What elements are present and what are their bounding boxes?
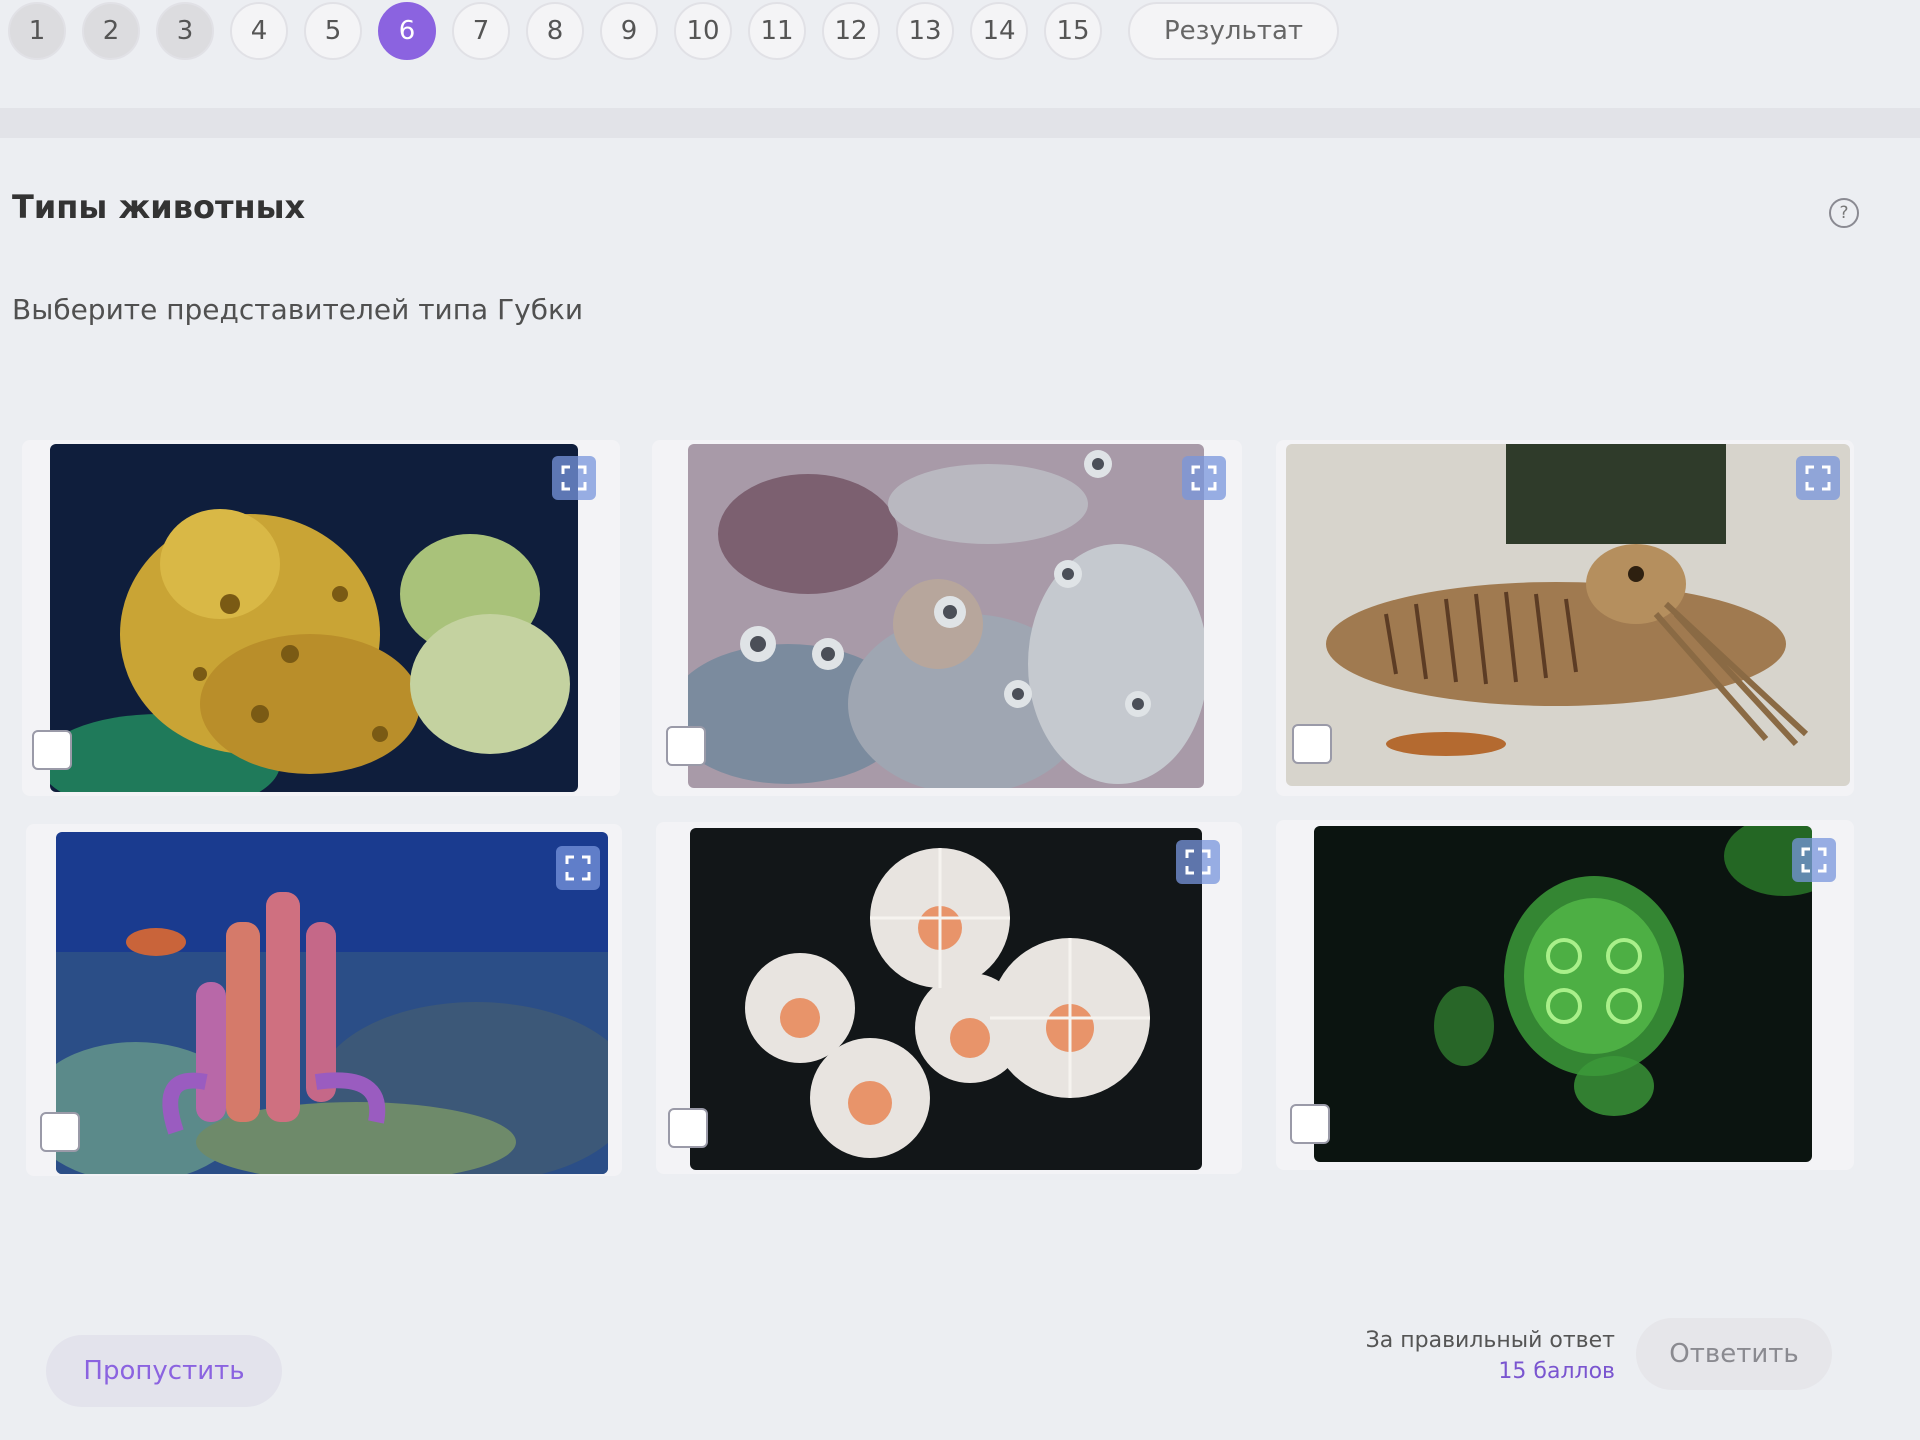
answer-option-4[interactable] — [26, 824, 622, 1176]
answer-option-5[interactable] — [656, 822, 1242, 1174]
option-2-checkbox[interactable] — [666, 726, 706, 766]
reward-points: 15 баллов — [1498, 1359, 1615, 1384]
answer-option-6[interactable] — [1276, 820, 1854, 1170]
page-5-button[interactable]: 5 — [304, 2, 362, 60]
reward-label: За правильный ответ — [1365, 1328, 1615, 1353]
expand-image-icon[interactable] — [1182, 456, 1226, 500]
option-3-checkbox[interactable] — [1292, 724, 1332, 764]
page-3-button[interactable]: 3 — [156, 2, 214, 60]
page-1-button[interactable]: 1 — [8, 2, 66, 60]
answer-option-3[interactable] — [1276, 440, 1854, 796]
expand-image-icon[interactable] — [1796, 456, 1840, 500]
expand-image-icon[interactable] — [552, 456, 596, 500]
question-pagination: 1 2 3 4 5 6 7 8 9 10 11 12 13 14 15 Резу… — [8, 0, 1340, 62]
help-icon[interactable]: ? — [1829, 198, 1859, 228]
page-15-button[interactable]: 15 — [1044, 2, 1102, 60]
page-title: Типы животных — [12, 188, 306, 226]
page-8-button[interactable]: 8 — [526, 2, 584, 60]
expand-image-icon[interactable] — [1176, 840, 1220, 884]
page-2-button[interactable]: 2 — [82, 2, 140, 60]
option-1-checkbox[interactable] — [32, 730, 72, 770]
page-11-button[interactable]: 11 — [748, 2, 806, 60]
option-5-checkbox[interactable] — [668, 1108, 708, 1148]
skip-button[interactable]: Пропустить — [46, 1335, 282, 1407]
purple-tube-sponge-image — [56, 832, 608, 1174]
reward-info: За правильный ответ 15 баллов — [1360, 1328, 1615, 1384]
sea-anemones-image — [690, 828, 1202, 1170]
tube-sponges-image — [688, 444, 1204, 788]
header-divider — [0, 108, 1920, 138]
option-4-checkbox[interactable] — [40, 1112, 80, 1152]
page-4-button[interactable]: 4 — [230, 2, 288, 60]
page-14-button[interactable]: 14 — [970, 2, 1028, 60]
question-text: Выберите представителей типа Губки — [12, 293, 584, 326]
answer-option-2[interactable] — [652, 440, 1242, 796]
answer-option-1[interactable] — [22, 440, 620, 796]
page-13-button[interactable]: 13 — [896, 2, 954, 60]
page-10-button[interactable]: 10 — [674, 2, 732, 60]
page-6-button-current[interactable]: 6 — [378, 2, 436, 60]
yellow-sponge-image — [50, 444, 578, 792]
jellyfish-image — [1314, 826, 1812, 1162]
expand-image-icon[interactable] — [556, 846, 600, 890]
answer-button[interactable]: Ответить — [1636, 1318, 1832, 1390]
option-6-checkbox[interactable] — [1290, 1104, 1330, 1144]
result-button[interactable]: Результат — [1128, 2, 1340, 60]
page-12-button[interactable]: 12 — [822, 2, 880, 60]
expand-image-icon[interactable] — [1792, 838, 1836, 882]
page-9-button[interactable]: 9 — [600, 2, 658, 60]
cuttlefish-image — [1286, 444, 1850, 786]
page-7-button[interactable]: 7 — [452, 2, 510, 60]
